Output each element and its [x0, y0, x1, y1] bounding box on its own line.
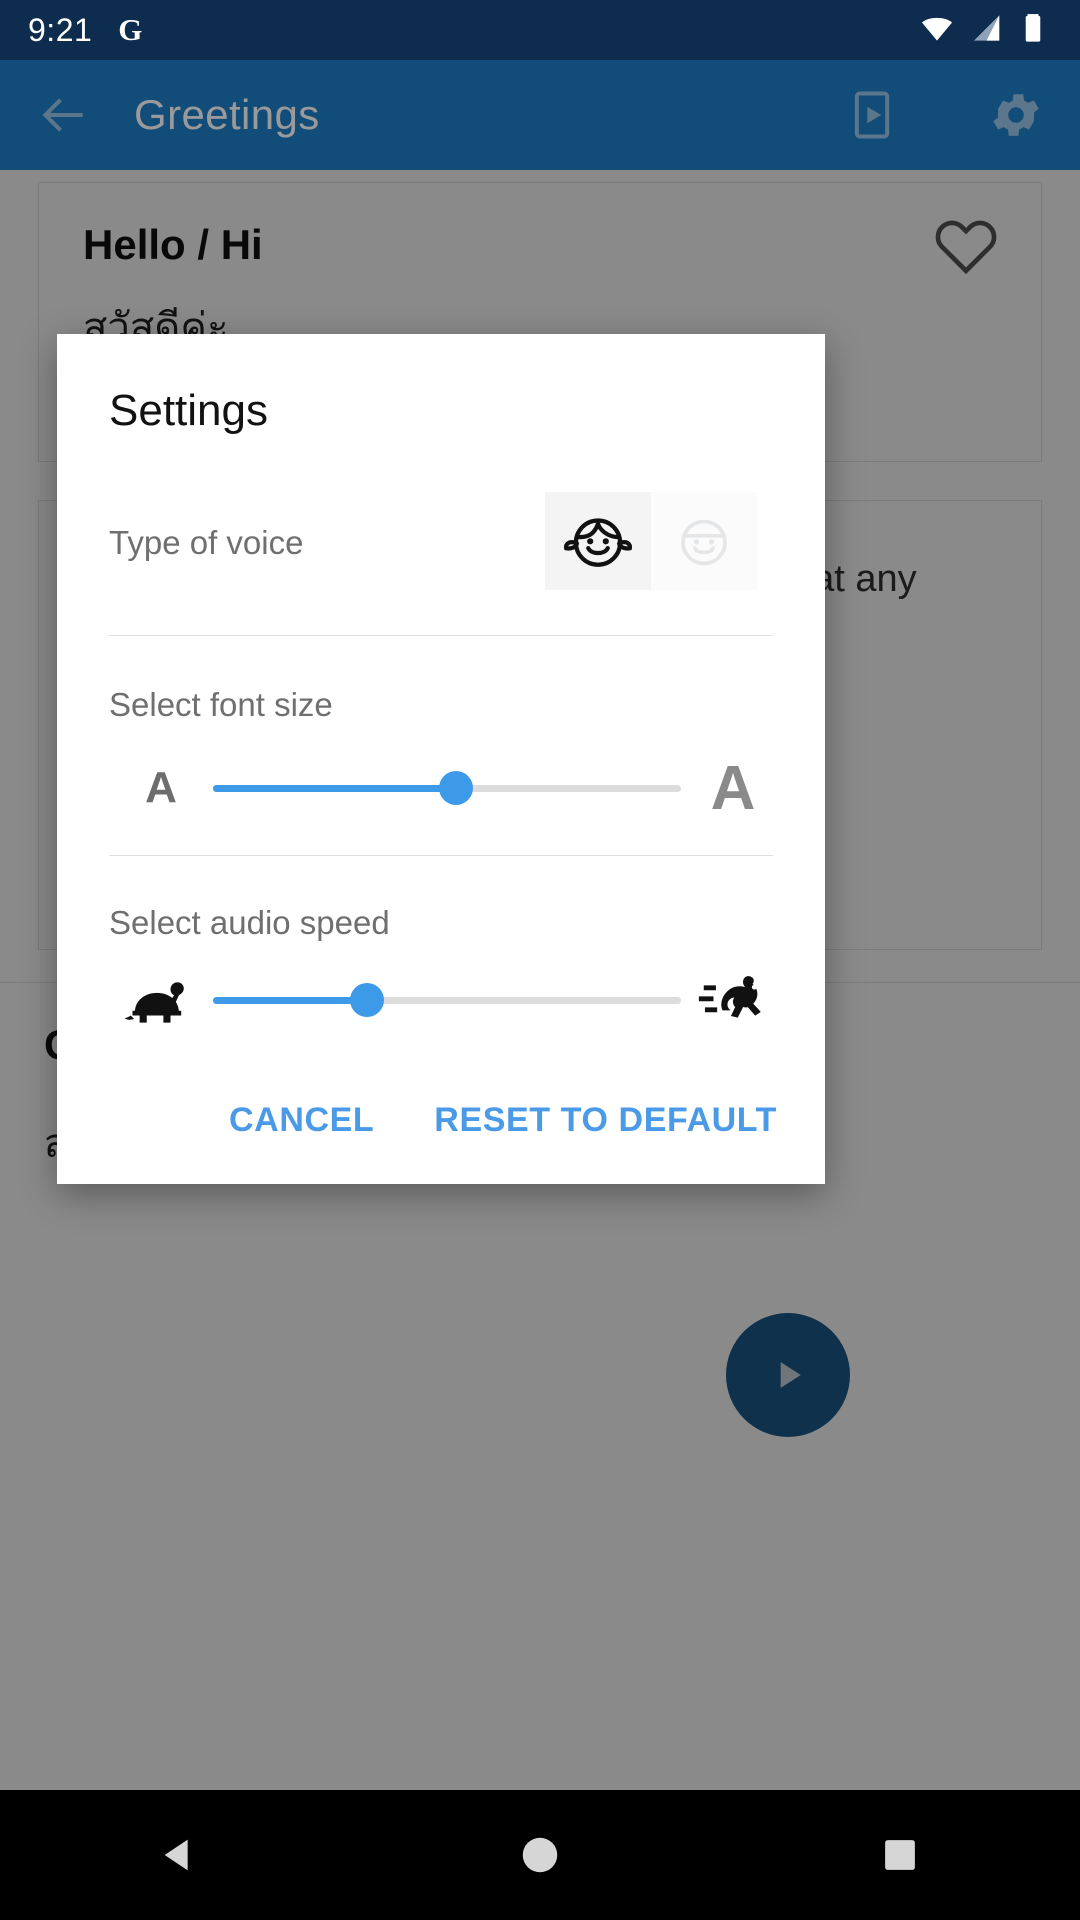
font-size-slider-row: A A	[109, 740, 785, 836]
status-icons	[918, 9, 1052, 52]
slider-track-fill	[213, 784, 457, 792]
google-badge-icon: G	[118, 12, 143, 47]
audio-speed-slider[interactable]	[213, 980, 681, 1020]
rabbit-icon	[681, 961, 785, 1039]
audio-speed-label: Select audio speed	[109, 904, 390, 941]
settings-button[interactable]	[980, 79, 1052, 151]
audio-speed-slider-row	[109, 952, 785, 1048]
app-bar-actions	[836, 79, 1052, 151]
voice-option-girl[interactable]	[545, 492, 651, 590]
cancel-button[interactable]: CANCEL	[225, 1095, 378, 1146]
system-nav-bar	[0, 1790, 1080, 1920]
card-title: Hello / Hi	[83, 221, 263, 268]
status-bar: 9:21 G	[0, 0, 1080, 60]
dialog-title: Settings	[109, 386, 268, 435]
reset-to-default-button[interactable]: RESET TO DEFAULT	[430, 1095, 781, 1146]
nav-recents-square-icon[interactable]	[820, 1790, 980, 1920]
nav-back-triangle-icon[interactable]	[100, 1790, 260, 1920]
font-small-label: A	[145, 763, 177, 812]
slider-thumb[interactable]	[350, 983, 385, 1017]
slider-track-fill	[213, 996, 368, 1004]
divider	[109, 635, 773, 636]
divider	[109, 855, 773, 856]
slideshow-button[interactable]	[836, 79, 908, 151]
gear-icon	[993, 94, 1039, 136]
phone-screen: Hello / Hi สวัสดีค่ะ Thais greet by sayi…	[0, 0, 1080, 1920]
wifi-icon	[918, 9, 956, 52]
status-clock: 9:21	[28, 11, 93, 48]
boy-face-icon	[681, 519, 727, 566]
font-size-label: Select font size	[109, 686, 333, 723]
turtle-icon	[109, 962, 213, 1038]
play-icon	[780, 1362, 801, 1388]
font-large-label: A	[710, 753, 756, 823]
page-title: Greetings	[134, 91, 320, 138]
back-arrow-icon[interactable]	[28, 79, 100, 151]
girl-face-icon	[564, 518, 632, 567]
voice-options	[545, 492, 757, 590]
nav-home-circle-icon[interactable]	[460, 1790, 620, 1920]
heart-outline-icon[interactable]	[931, 211, 1001, 281]
slider-thumb[interactable]	[439, 771, 474, 805]
settings-dialog: Settings Type of voice Select font size …	[57, 334, 825, 1184]
app-bar: Greetings	[0, 60, 1080, 170]
voice-option-boy[interactable]	[651, 492, 757, 590]
play-fab[interactable]	[726, 1313, 850, 1437]
battery-icon	[1014, 9, 1052, 52]
font-size-slider[interactable]	[213, 768, 681, 808]
signal-icon	[966, 9, 1004, 52]
voice-label: Type of voice	[109, 524, 304, 561]
dialog-actions: CANCEL RESET TO DEFAULT	[225, 1095, 781, 1146]
